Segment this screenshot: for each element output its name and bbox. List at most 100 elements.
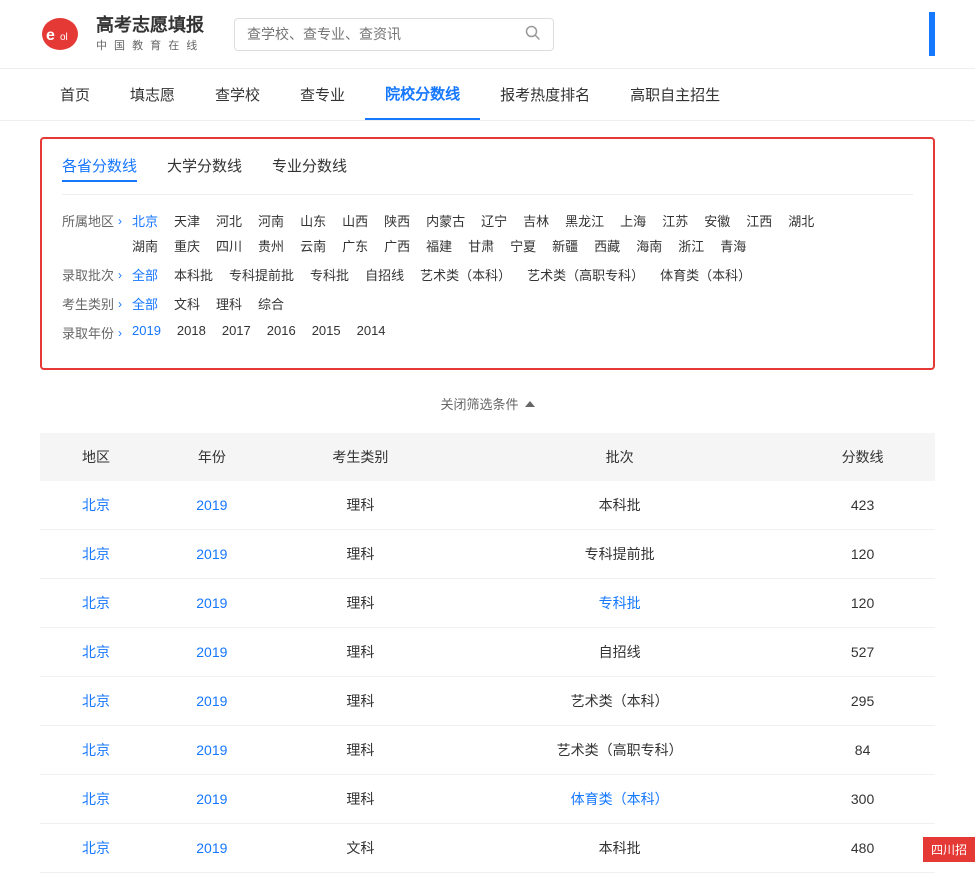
nav-item-major[interactable]: 查专业 bbox=[280, 70, 365, 119]
year-2016[interactable]: 2016 bbox=[267, 323, 296, 338]
batch-all[interactable]: 全部 bbox=[132, 265, 158, 284]
filter-options-region-row1: 北京 天津 河北 河南 山东 山西 陕西 内蒙古 辽宁 吉林 黑龙江 上海 江苏… bbox=[132, 211, 913, 230]
region-xinjiang[interactable]: 新疆 bbox=[552, 236, 578, 255]
batch-zhuanke[interactable]: 专科批 bbox=[310, 265, 349, 284]
eol-logo-icon: e ol bbox=[40, 14, 88, 54]
filter-tab-university[interactable]: 大学分数线 bbox=[167, 155, 242, 182]
col-score: 分数线 bbox=[790, 433, 935, 481]
cell-year: 2019 bbox=[152, 530, 271, 579]
region-tianjin[interactable]: 天津 bbox=[174, 211, 200, 230]
filter-tab-province[interactable]: 各省分数线 bbox=[62, 155, 137, 182]
region-shanxi[interactable]: 山西 bbox=[342, 211, 368, 230]
type-wenke[interactable]: 文科 bbox=[174, 294, 200, 313]
filter-arrow-year: › bbox=[118, 326, 122, 340]
region-liaoning[interactable]: 辽宁 bbox=[481, 211, 507, 230]
table-row: 北京 2019 理科 艺术类（高职专科） 84 bbox=[40, 726, 935, 775]
results-table: 地区 年份 考生类别 批次 分数线 北京 2019 理科 本科批 423 北京 … bbox=[40, 433, 935, 873]
cell-score: 480 bbox=[790, 824, 935, 873]
region-hubei[interactable]: 湖北 bbox=[788, 211, 814, 230]
region-fujian[interactable]: 福建 bbox=[426, 236, 452, 255]
region-zhejiang[interactable]: 浙江 bbox=[678, 236, 704, 255]
batch-zizhaoxian[interactable]: 自招线 bbox=[365, 265, 404, 284]
nav-item-school[interactable]: 查学校 bbox=[195, 70, 280, 119]
region-guangxi[interactable]: 广西 bbox=[384, 236, 410, 255]
region-heilongjiang[interactable]: 黑龙江 bbox=[565, 211, 604, 230]
region-gansu[interactable]: 甘肃 bbox=[468, 236, 494, 255]
cell-region: 北京 bbox=[40, 530, 152, 579]
cell-region: 北京 bbox=[40, 628, 152, 677]
region-shandong[interactable]: 山东 bbox=[300, 211, 326, 230]
col-type: 考生类别 bbox=[272, 433, 450, 481]
batch-arts-gaozhi[interactable]: 艺术类（高职专科） bbox=[527, 265, 644, 284]
filter-label-batch: 录取批次 › bbox=[62, 265, 132, 284]
type-like[interactable]: 理科 bbox=[216, 294, 242, 313]
cell-score: 84 bbox=[790, 726, 935, 775]
region-ningxia[interactable]: 宁夏 bbox=[510, 236, 536, 255]
cell-region: 北京 bbox=[40, 579, 152, 628]
close-filter-label: 关闭筛选条件 bbox=[440, 394, 518, 413]
logo: e ol 高考志愿填报 中 国 教 育 在 线 bbox=[40, 14, 204, 54]
blue-accent-bar bbox=[929, 12, 935, 56]
svg-text:e: e bbox=[46, 27, 55, 44]
search-bar[interactable] bbox=[234, 18, 554, 51]
region-yunnan[interactable]: 云南 bbox=[300, 236, 326, 255]
region-jiangxi[interactable]: 江西 bbox=[746, 211, 772, 230]
nav-item-home[interactable]: 首页 bbox=[40, 70, 110, 119]
region-sichuan[interactable]: 四川 bbox=[216, 236, 242, 255]
cell-type: 理科 bbox=[272, 481, 450, 530]
filter-options-year: 2019 2018 2017 2016 2015 2014 bbox=[132, 323, 386, 338]
region-hainan[interactable]: 海南 bbox=[636, 236, 662, 255]
cell-batch: 专科批 bbox=[449, 579, 790, 628]
batch-sports-benke[interactable]: 体育类（本科） bbox=[660, 265, 751, 284]
filter-tab-major[interactable]: 专业分数线 bbox=[272, 155, 347, 182]
filter-box: 各省分数线 大学分数线 专业分数线 所属地区 › 北京 天津 河北 河南 山东 … bbox=[40, 137, 935, 370]
region-guangdong[interactable]: 广东 bbox=[342, 236, 368, 255]
region-chongqing[interactable]: 重庆 bbox=[174, 236, 200, 255]
logo-main-text: 高考志愿填报 bbox=[96, 15, 204, 37]
region-guizhou[interactable]: 贵州 bbox=[258, 236, 284, 255]
region-qinghai[interactable]: 青海 bbox=[720, 236, 746, 255]
region-jiangsu[interactable]: 江苏 bbox=[662, 211, 688, 230]
header: e ol 高考志愿填报 中 国 教 育 在 线 bbox=[0, 0, 975, 69]
nav-item-ranking[interactable]: 报考热度排名 bbox=[480, 70, 610, 119]
cell-region: 北京 bbox=[40, 726, 152, 775]
region-hunan[interactable]: 湖南 bbox=[132, 236, 158, 255]
search-icon[interactable] bbox=[525, 25, 541, 44]
batch-arts-benke[interactable]: 艺术类（本科） bbox=[420, 265, 511, 284]
type-zonghe[interactable]: 综合 bbox=[258, 294, 284, 313]
nav-item-scores[interactable]: 院校分数线 bbox=[365, 69, 480, 120]
cell-score: 120 bbox=[790, 530, 935, 579]
region-beijing[interactable]: 北京 bbox=[132, 211, 158, 230]
region-anhui[interactable]: 安徽 bbox=[704, 211, 730, 230]
batch-zhuanke-advance[interactable]: 专科提前批 bbox=[229, 265, 294, 284]
close-filter-button[interactable]: 关闭筛选条件 bbox=[40, 386, 935, 421]
year-2014[interactable]: 2014 bbox=[357, 323, 386, 338]
search-input[interactable] bbox=[247, 26, 525, 42]
svg-text:ol: ol bbox=[60, 32, 68, 43]
cell-type: 理科 bbox=[272, 530, 450, 579]
table-row: 北京 2019 理科 本科批 423 bbox=[40, 481, 935, 530]
logo-sub-text: 中 国 教 育 在 线 bbox=[96, 37, 204, 53]
region-shaanxi[interactable]: 陕西 bbox=[384, 211, 410, 230]
cell-type: 理科 bbox=[272, 775, 450, 824]
nav-item-fill[interactable]: 填志愿 bbox=[110, 70, 195, 119]
type-all[interactable]: 全部 bbox=[132, 294, 158, 313]
year-2018[interactable]: 2018 bbox=[177, 323, 206, 338]
region-hebei[interactable]: 河北 bbox=[216, 211, 242, 230]
cell-score: 295 bbox=[790, 677, 935, 726]
cell-batch: 艺术类（本科） bbox=[449, 677, 790, 726]
cell-region: 北京 bbox=[40, 775, 152, 824]
cell-region: 北京 bbox=[40, 824, 152, 873]
region-jilin[interactable]: 吉林 bbox=[523, 211, 549, 230]
region-xizang[interactable]: 西藏 bbox=[594, 236, 620, 255]
year-2015[interactable]: 2015 bbox=[312, 323, 341, 338]
region-neimenggu[interactable]: 内蒙古 bbox=[426, 211, 465, 230]
collapse-icon bbox=[525, 401, 535, 407]
region-henan[interactable]: 河南 bbox=[258, 211, 284, 230]
batch-benke[interactable]: 本科批 bbox=[174, 265, 213, 284]
region-shanghai[interactable]: 上海 bbox=[620, 211, 646, 230]
year-2019[interactable]: 2019 bbox=[132, 323, 161, 338]
year-2017[interactable]: 2017 bbox=[222, 323, 251, 338]
nav-item-vocational[interactable]: 高职自主招生 bbox=[610, 70, 740, 119]
filter-tabs: 各省分数线 大学分数线 专业分数线 bbox=[62, 155, 913, 195]
